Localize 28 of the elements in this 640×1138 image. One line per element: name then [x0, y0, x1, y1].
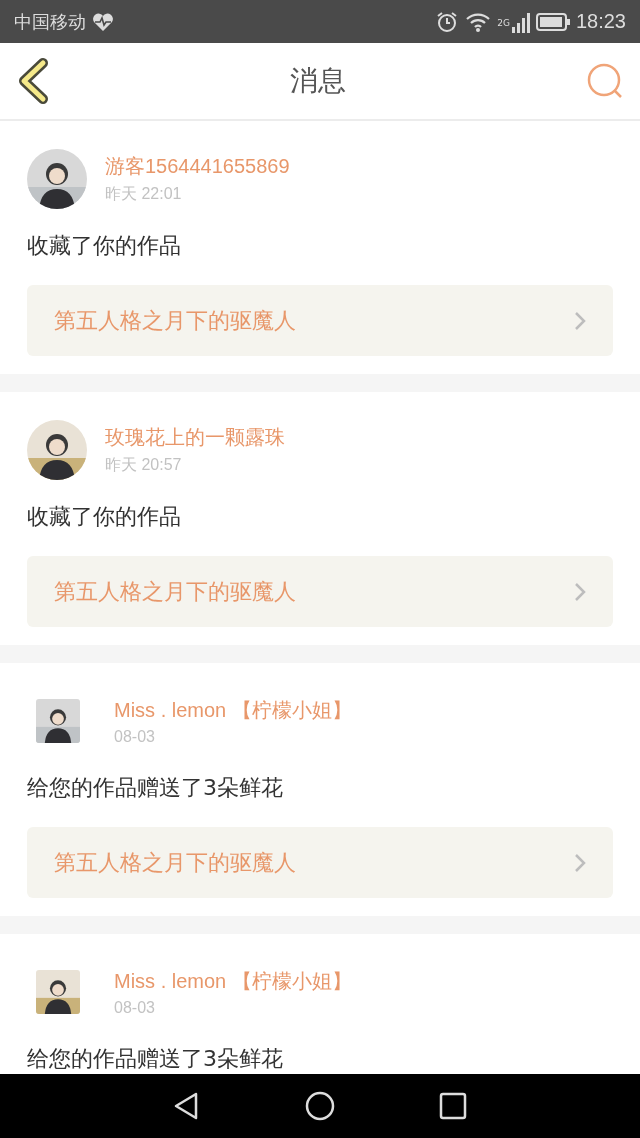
- message-text: 收藏了你的作品: [27, 232, 182, 260]
- user-name[interactable]: Miss . lemon 【柠檬小姐】: [114, 696, 352, 724]
- message-time: 08-03: [114, 727, 156, 746]
- work-link[interactable]: 第五人格之月下的驱魔人: [27, 285, 613, 356]
- chevron-right-icon: [573, 851, 587, 874]
- home-circle-icon[interactable]: [305, 1091, 335, 1121]
- message-time: 昨天 20:57: [105, 455, 183, 475]
- back-icon[interactable]: [16, 58, 50, 104]
- recents-square-icon[interactable]: [438, 1091, 469, 1121]
- battery-icon: [535, 12, 570, 31]
- message-text: 收藏了你的作品: [27, 503, 182, 531]
- message-time: 昨天 22:01: [105, 184, 183, 204]
- signal-icon: [511, 10, 530, 33]
- user-name[interactable]: 游客1564441655869: [105, 153, 290, 180]
- clock-time: 18:23: [575, 10, 626, 33]
- message-text: 给您的作品赠送了3朵鲜花: [27, 1045, 284, 1073]
- user-name[interactable]: Miss . lemon 【柠檬小姐】: [114, 967, 352, 995]
- carrier-name: 中国移动: [14, 9, 86, 34]
- chevron-right-icon: [573, 580, 587, 603]
- network-type: 2G: [497, 17, 510, 28]
- chevron-right-icon: [573, 309, 587, 332]
- work-link[interactable]: 第五人格之月下的驱魔人: [27, 556, 613, 627]
- heart-icon: [92, 11, 114, 32]
- message-time: 08-03: [114, 998, 156, 1017]
- message-text: 给您的作品赠送了3朵鲜花: [27, 774, 284, 802]
- user-name[interactable]: 玫瑰花上的一颗露珠: [105, 424, 285, 451]
- page-title: 消息: [290, 63, 346, 99]
- work-link[interactable]: 第五人格之月下的驱魔人: [27, 827, 613, 898]
